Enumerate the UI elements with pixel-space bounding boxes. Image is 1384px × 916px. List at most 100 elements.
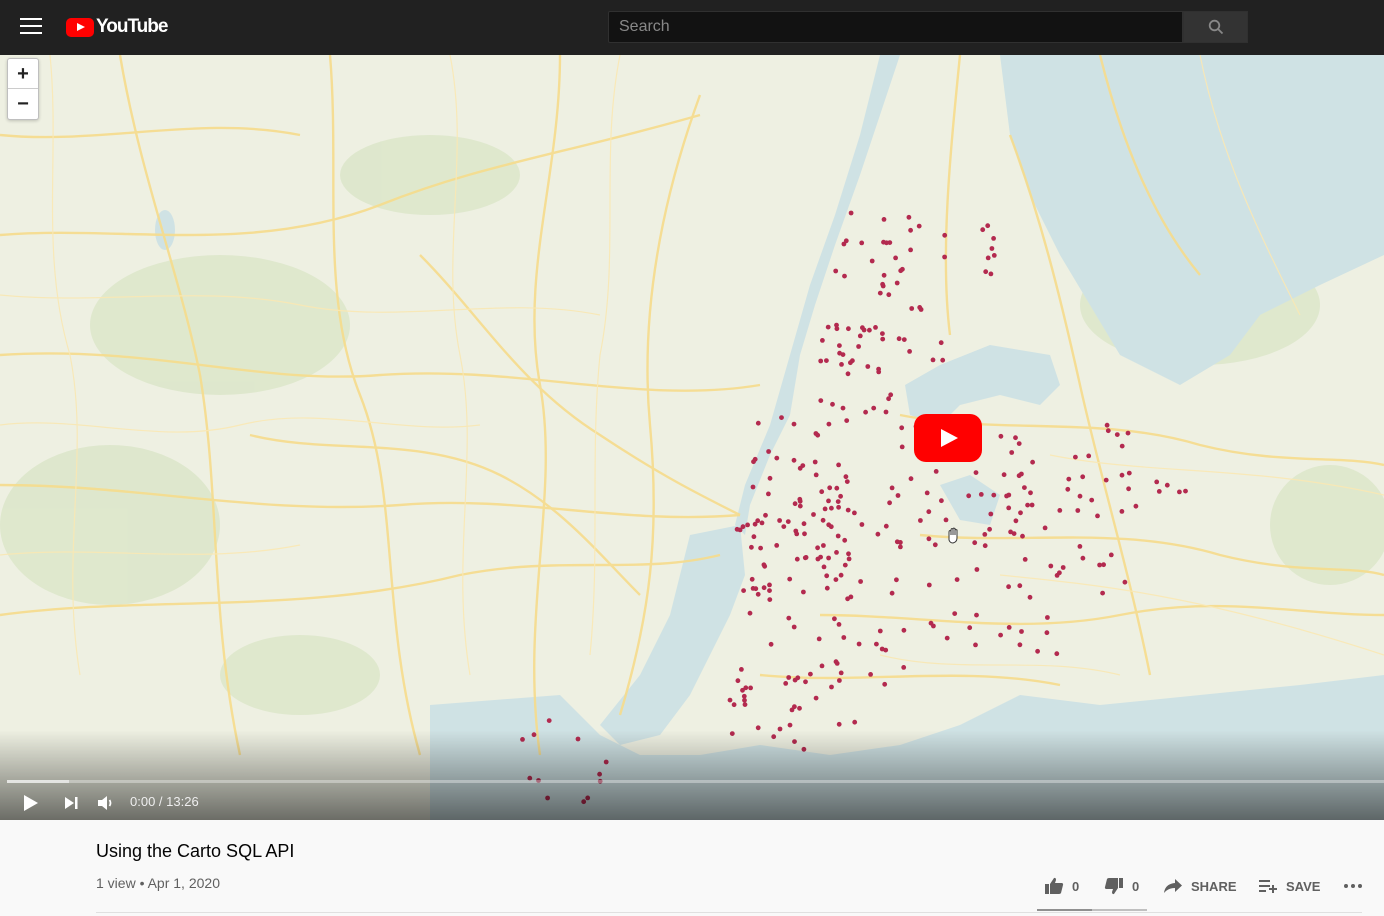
map-point <box>874 641 879 647</box>
map-point <box>985 223 991 229</box>
map-point <box>998 632 1003 638</box>
map-point <box>884 240 889 246</box>
map-point <box>821 543 826 548</box>
map-point <box>837 678 842 683</box>
map-point <box>894 280 900 286</box>
map-point <box>899 425 905 431</box>
map-point <box>859 522 865 527</box>
map-point <box>787 722 793 728</box>
share-button[interactable]: SHARE <box>1163 872 1237 900</box>
map-point <box>737 527 743 533</box>
map-point <box>819 489 825 495</box>
map-point <box>1054 573 1060 578</box>
sentiment-bar <box>1037 909 1147 911</box>
map-point <box>846 326 851 332</box>
map-point <box>835 533 841 539</box>
large-play-button[interactable] <box>914 414 982 462</box>
map-point <box>829 684 834 690</box>
map-point <box>834 661 840 666</box>
map-point <box>889 590 895 596</box>
video-player[interactable]: + − 0:00 / 13:26 <box>0 55 1384 820</box>
map-point <box>924 490 930 496</box>
map-point <box>835 499 841 504</box>
map-point <box>859 240 865 246</box>
hamburger-menu-icon[interactable] <box>20 18 42 36</box>
map-point <box>825 324 831 330</box>
map-point <box>826 498 831 504</box>
map-point <box>860 325 865 331</box>
map-point <box>794 556 800 562</box>
video-title: Using the Carto SQL API <box>96 841 295 861</box>
map-point <box>895 493 901 498</box>
map-point <box>1017 583 1023 589</box>
map-point <box>1119 443 1125 449</box>
map-point <box>882 681 888 687</box>
search-field[interactable] <box>608 11 1183 43</box>
map-point <box>989 246 995 251</box>
map-point <box>836 462 841 468</box>
map-point <box>889 485 895 491</box>
map-point <box>932 542 938 548</box>
map-point <box>1013 435 1018 441</box>
map-point <box>794 531 800 537</box>
map-point <box>988 271 994 277</box>
map-point <box>844 479 850 484</box>
map-point <box>1019 471 1024 477</box>
map-point <box>762 563 768 569</box>
map-point <box>1013 518 1019 524</box>
map-point <box>789 707 795 713</box>
youtube-logo[interactable]: YouTube <box>66 16 168 38</box>
search-button[interactable] <box>1183 11 1248 43</box>
map-point <box>1077 544 1083 549</box>
map-point <box>1020 533 1025 539</box>
map-point <box>883 523 889 529</box>
map-point <box>857 333 863 339</box>
map-point <box>1029 502 1035 508</box>
zoom-out-button[interactable]: − <box>8 89 38 119</box>
map-point <box>1080 555 1086 561</box>
thumbs-up-icon <box>1045 877 1064 894</box>
save-button[interactable]: SAVE <box>1258 872 1320 900</box>
map-point <box>883 409 889 415</box>
map-point <box>967 625 973 631</box>
map-point <box>848 594 854 600</box>
next-video-icon[interactable] <box>62 793 80 813</box>
map-point <box>1006 584 1011 590</box>
volume-icon[interactable] <box>96 793 116 813</box>
map-point <box>886 292 892 298</box>
like-button[interactable]: 0 <box>1044 872 1079 900</box>
search-input[interactable] <box>609 12 1182 42</box>
map-point <box>856 641 862 647</box>
map-point <box>898 544 903 550</box>
dislike-button[interactable]: 0 <box>1104 872 1139 900</box>
map-point <box>836 721 842 727</box>
map-point <box>767 588 772 593</box>
map-point <box>1017 642 1023 648</box>
map-point <box>980 227 986 233</box>
map-point <box>840 352 846 357</box>
map-point <box>1057 508 1063 513</box>
map-point <box>908 227 913 233</box>
zoom-in-button[interactable]: + <box>8 59 38 89</box>
map-point <box>731 702 737 708</box>
map-point <box>991 236 996 241</box>
play-icon[interactable] <box>20 793 40 813</box>
map-point <box>813 472 819 478</box>
map-point <box>743 685 749 691</box>
map-point <box>1018 510 1023 516</box>
map-point <box>907 349 912 354</box>
map-zoom-control[interactable]: + − <box>7 58 39 120</box>
map-point <box>1030 459 1035 465</box>
map-point <box>834 322 839 328</box>
map-point <box>869 258 875 264</box>
map-point <box>755 420 761 426</box>
map-point <box>1045 615 1050 620</box>
map-point <box>966 493 972 499</box>
map-point <box>1119 509 1125 514</box>
map-point <box>766 449 771 454</box>
map-point <box>748 685 753 691</box>
map-point <box>1011 531 1017 536</box>
more-actions-button[interactable] <box>1343 872 1363 900</box>
progress-bar[interactable] <box>7 780 1384 783</box>
map-point <box>801 521 807 527</box>
